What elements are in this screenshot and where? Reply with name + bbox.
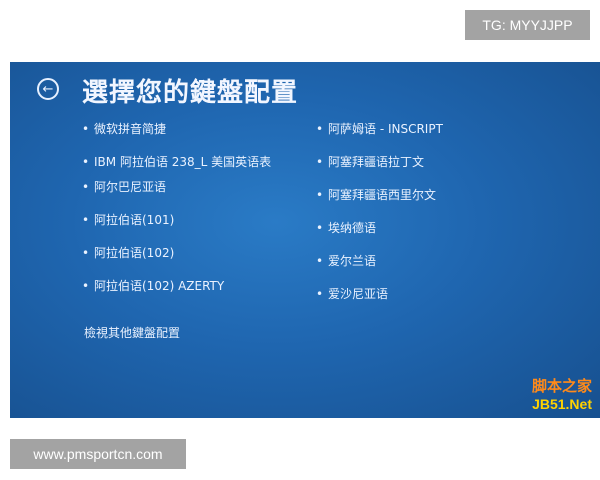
layout-option[interactable]: IBM 阿拉伯语 238_L 美国英语表 bbox=[82, 155, 292, 170]
layout-option[interactable]: 爱沙尼亚语 bbox=[316, 287, 556, 302]
layout-option[interactable]: 爱尔兰语 bbox=[316, 254, 556, 269]
layout-option[interactable]: 阿拉伯语(101) bbox=[82, 213, 292, 228]
back-button[interactable]: ← bbox=[37, 78, 59, 100]
layout-option[interactable]: 阿萨姆语 - INSCRIPT bbox=[316, 122, 556, 137]
layout-option[interactable]: 阿拉伯语(102) AZERTY bbox=[82, 279, 292, 294]
layout-list-left: 微软拼音简捷 IBM 阿拉伯语 238_L 美国英语表 阿尔巴尼亚语 阿拉伯语(… bbox=[82, 122, 292, 312]
layout-option[interactable]: 阿尔巴尼亚语 bbox=[82, 180, 292, 195]
watermark: 脚本之家 JB51.Net bbox=[532, 375, 592, 412]
page-title: 選擇您的鍵盤配置 bbox=[82, 78, 299, 108]
layout-option[interactable]: 埃纳德语 bbox=[316, 221, 556, 236]
layout-option[interactable]: 阿拉伯语(102) bbox=[82, 246, 292, 261]
tg-badge: TG: MYYJJPP bbox=[465, 10, 590, 40]
layout-list-right: 阿萨姆语 - INSCRIPT 阿塞拜疆语拉丁文 阿塞拜疆语西里尔文 埃纳德语 … bbox=[316, 122, 556, 320]
keyboard-layout-screen: ← 選擇您的鍵盤配置 微软拼音简捷 IBM 阿拉伯语 238_L 美国英语表 阿… bbox=[10, 62, 600, 418]
watermark-bottom: JB51.Net bbox=[532, 396, 592, 412]
watermark-top: 脚本之家 bbox=[531, 377, 592, 395]
layout-option[interactable]: 微软拼音简捷 bbox=[82, 122, 292, 137]
site-badge: www.pmsportcn.com bbox=[10, 439, 186, 469]
see-more-layouts-link[interactable]: 檢視其他鍵盤配置 bbox=[84, 324, 180, 341]
layout-option[interactable]: 阿塞拜疆语拉丁文 bbox=[316, 155, 556, 170]
layout-option[interactable]: 阿塞拜疆语西里尔文 bbox=[316, 188, 556, 203]
back-arrow-icon: ← bbox=[42, 81, 54, 97]
